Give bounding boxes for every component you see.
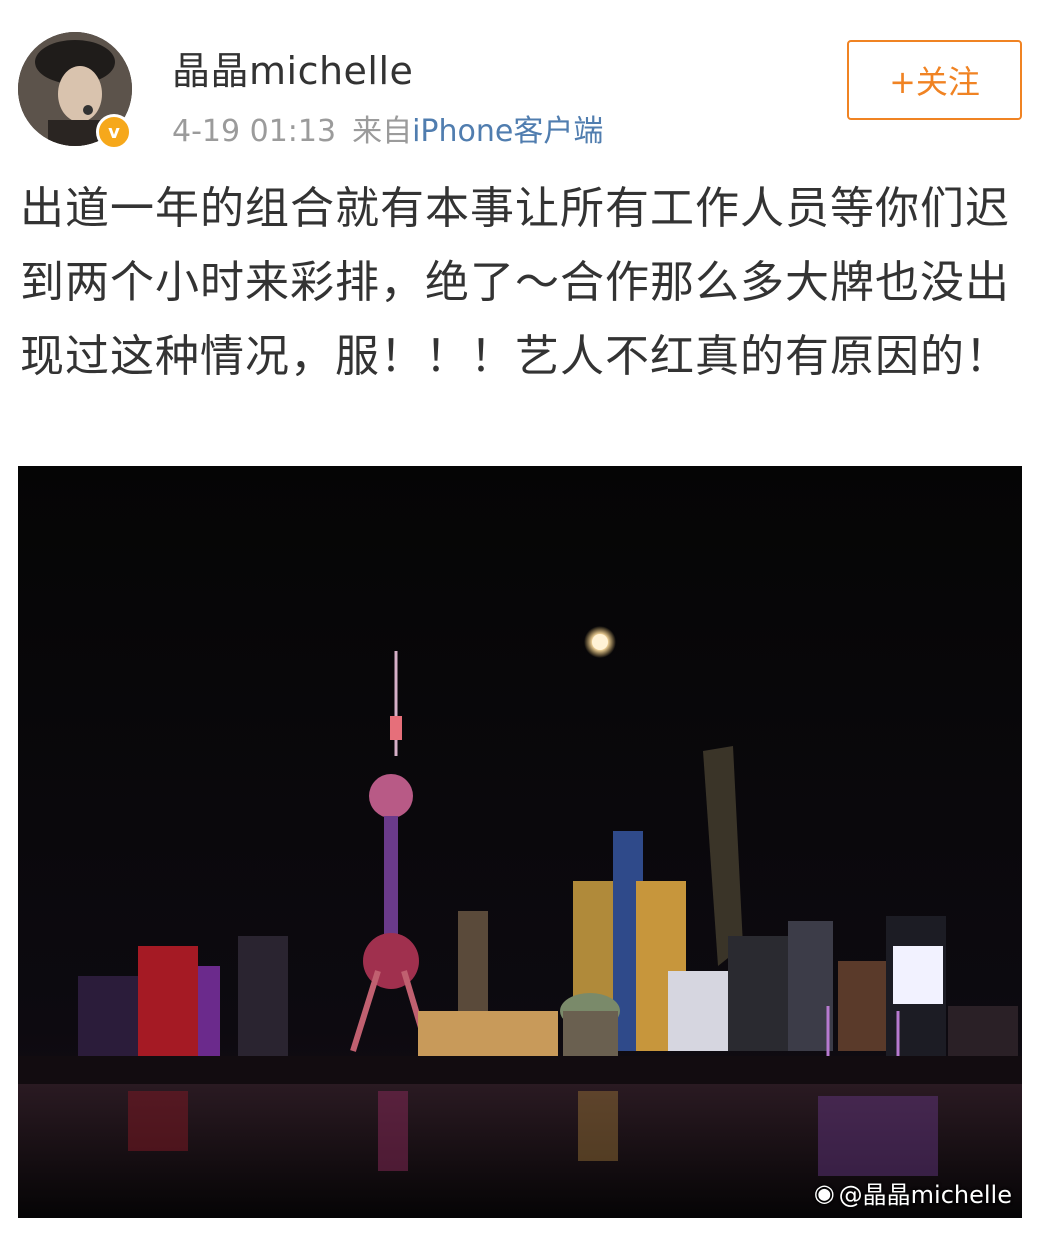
weibo-logo-icon: ◉ <box>813 1178 835 1207</box>
watermark: ◉ @晶晶michelle <box>814 1175 1012 1210</box>
follow-button[interactable]: +关注 <box>847 40 1022 120</box>
source-prefix: 来自 <box>352 114 413 149</box>
post-meta: 4-19 01:13 来自iPhone客户端 <box>172 106 603 150</box>
username[interactable]: 晶晶michelle <box>172 40 413 95</box>
skyline-night-image <box>18 466 1022 1218</box>
post-content: 出道一年的组合就有本事让所有工作人员等你们迟到两个小时来彩排，绝了～合作那么多大… <box>20 183 1010 382</box>
watermark-text: @晶晶michelle <box>838 1181 1012 1209</box>
source-client-link[interactable]: iPhone客户端 <box>412 114 603 149</box>
post-photo[interactable]: ◉ @晶晶michelle <box>18 466 1022 1218</box>
verified-badge-icon: v <box>96 114 132 150</box>
post-time: 4-19 01:13 <box>172 114 337 149</box>
